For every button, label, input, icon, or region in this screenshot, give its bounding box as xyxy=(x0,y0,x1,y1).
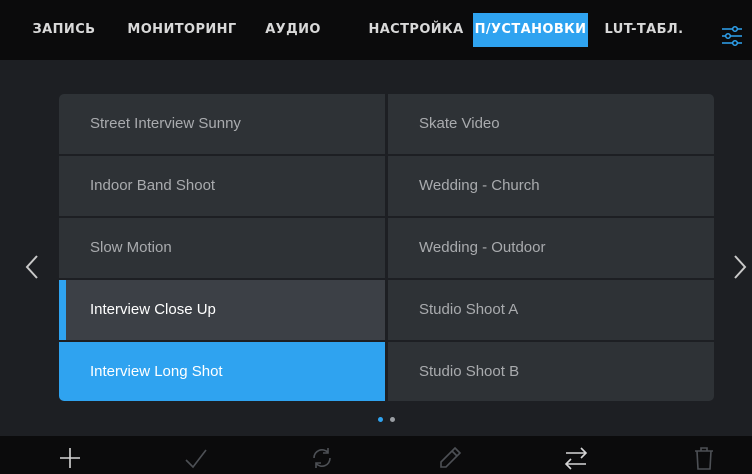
tab-presets[interactable]: П/УСТАНОВКИ xyxy=(473,13,588,47)
pencil-icon[interactable] xyxy=(438,446,462,470)
preset-item[interactable]: Studio Shoot B xyxy=(388,342,714,401)
top-tab-bar: ЗАПИСЬ МОНИТОРИНГ АУДИО НАСТРОЙКА П/УСТА… xyxy=(0,0,752,60)
preset-item[interactable]: Wedding - Outdoor xyxy=(388,218,714,278)
preset-label: Interview Close Up xyxy=(90,301,216,318)
presets-screen: ЗАПИСЬ МОНИТОРИНГ АУДИО НАСТРОЙКА П/УСТА… xyxy=(0,0,752,474)
preset-item[interactable]: Wedding - Church xyxy=(388,156,714,216)
trash-icon[interactable] xyxy=(692,446,716,470)
preset-grid: Street Interview Sunny Indoor Band Shoot… xyxy=(59,94,714,401)
preset-item[interactable]: Street Interview Sunny xyxy=(59,94,385,154)
refresh-icon[interactable] xyxy=(310,446,334,470)
previous-page-arrow-icon[interactable] xyxy=(25,255,39,279)
tab-luts[interactable]: LUT-ТАБЛ. xyxy=(597,13,691,47)
preset-item-selected[interactable]: Interview Long Shot xyxy=(59,342,385,401)
preset-item-highlighted[interactable]: Interview Close Up xyxy=(59,280,385,340)
tab-setup[interactable]: НАСТРОЙКА xyxy=(362,13,470,47)
preset-item[interactable]: Skate Video xyxy=(388,94,714,154)
selection-marker xyxy=(59,280,66,340)
preset-item[interactable]: Slow Motion xyxy=(59,218,385,278)
page-dot-active xyxy=(378,417,383,422)
preset-item[interactable]: Studio Shoot A xyxy=(388,280,714,340)
sliders-icon[interactable] xyxy=(722,25,742,47)
check-icon[interactable] xyxy=(184,446,208,470)
tab-audio[interactable]: АУДИО xyxy=(258,13,328,47)
page-dot xyxy=(390,417,395,422)
add-icon[interactable] xyxy=(58,446,82,470)
preset-item[interactable]: Indoor Band Shoot xyxy=(59,156,385,216)
tab-monitor[interactable]: МОНИТОРИНГ xyxy=(118,13,246,47)
tab-record[interactable]: ЗАПИСЬ xyxy=(22,13,106,47)
next-page-arrow-icon[interactable] xyxy=(733,255,747,279)
bottom-toolbar xyxy=(0,436,752,474)
swap-arrows-icon[interactable] xyxy=(564,446,588,470)
